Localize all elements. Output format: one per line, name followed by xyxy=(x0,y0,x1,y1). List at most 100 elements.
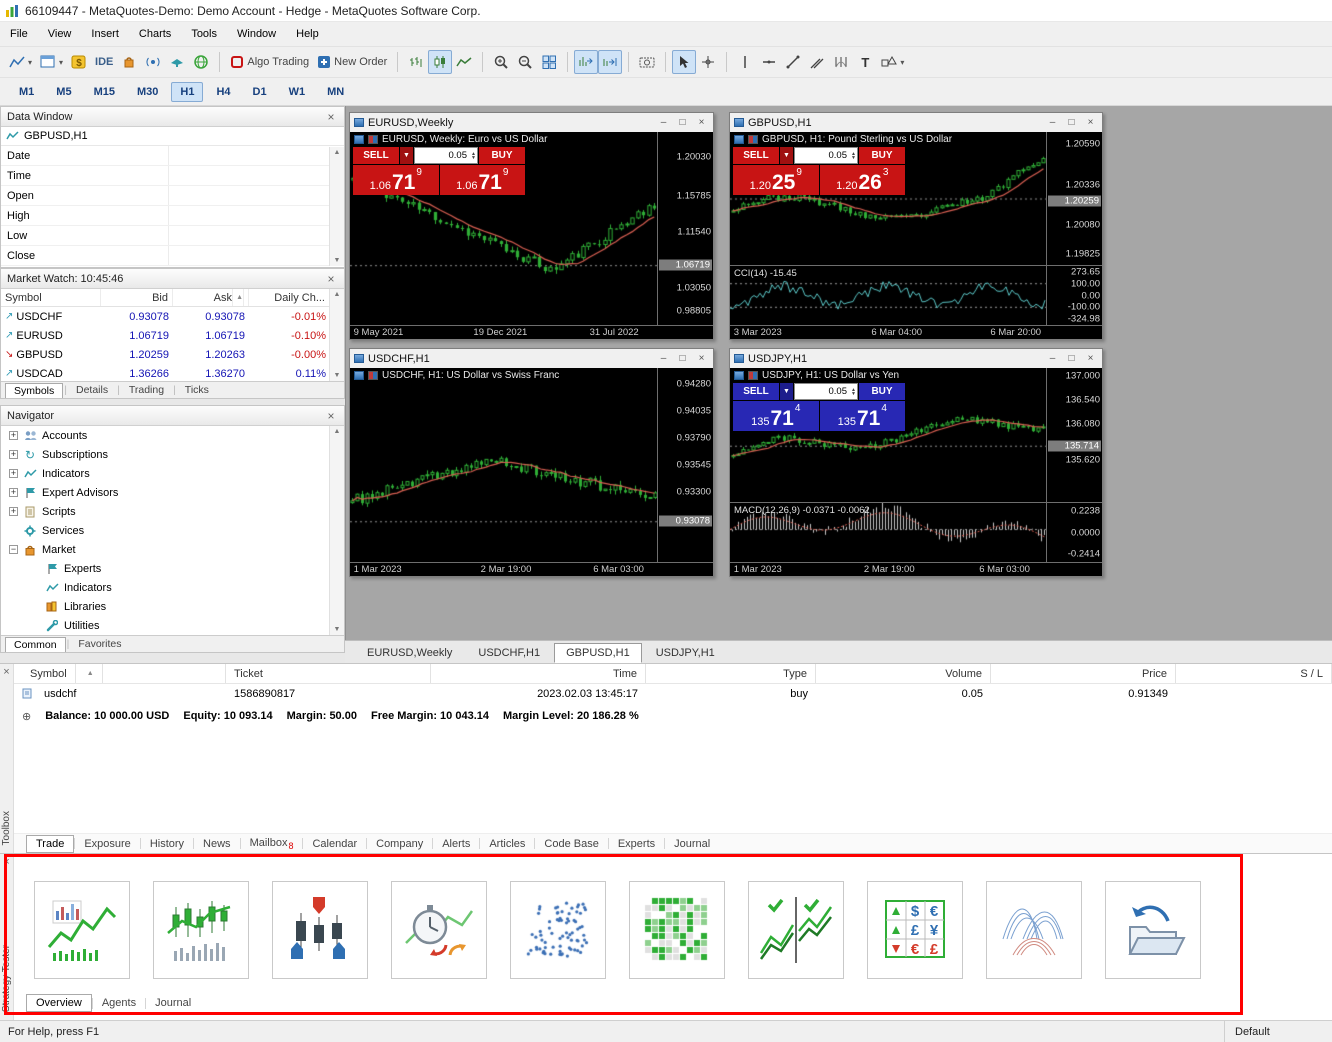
expand-icon[interactable]: + xyxy=(9,469,18,478)
tester-tile[interactable]: $€£¥€£ xyxy=(867,881,963,979)
objects-button[interactable]: ▾ xyxy=(877,50,908,74)
indicator-subwindow[interactable]: MACD(12,26,9) -0.0371 -0.0062 0.2238 0.0… xyxy=(730,502,1102,562)
tab-overview[interactable]: Overview xyxy=(26,994,92,1012)
timeframe-m15[interactable]: M15 xyxy=(85,82,124,102)
auto-scroll-button[interactable] xyxy=(574,50,598,74)
chart-window-gbpusd-h1[interactable]: GBPUSD,H1 – □ × GBPUSD, H1: Pound Sterli… xyxy=(729,112,1103,340)
scroll-up-icon[interactable]: ▲ xyxy=(334,291,341,298)
bid-price-button[interactable]: 1.06719 xyxy=(353,165,439,195)
chart-window-usdchf-h1[interactable]: USDCHF,H1 – □ × USDCHF, H1: US Dollar vs… xyxy=(349,348,714,577)
cycle-lines-button[interactable] xyxy=(829,50,853,74)
market-watch-header[interactable]: Market Watch: 10:45:46 × xyxy=(1,269,344,289)
cursor-button[interactable] xyxy=(672,50,696,74)
tab-news[interactable]: News xyxy=(194,836,240,852)
chart-tab-gbpusd[interactable]: GBPUSD,H1 xyxy=(554,643,642,663)
tester-tile[interactable] xyxy=(748,881,844,979)
sell-button[interactable]: SELL xyxy=(733,147,779,164)
candles-mode-button[interactable] xyxy=(428,50,452,74)
collapse-icon[interactable]: − xyxy=(9,545,18,554)
column-symbol[interactable]: Symbol ▲ xyxy=(14,664,226,683)
horizontal-line-button[interactable] xyxy=(757,50,781,74)
tab-company[interactable]: Company xyxy=(367,836,432,852)
tab-history[interactable]: History xyxy=(141,836,193,852)
column-ticket[interactable]: Ticket xyxy=(226,664,431,683)
scrollbar[interactable]: ▲▼ xyxy=(329,289,344,381)
chart-plot[interactable]: USDCHF, H1: US Dollar vs Swiss Franc xyxy=(350,368,657,562)
scroll-down-icon[interactable]: ▼ xyxy=(334,257,341,264)
nav-item-subscriptions[interactable]: +↻Subscriptions xyxy=(1,445,344,464)
expand-icon[interactable]: + xyxy=(9,431,18,440)
timeframe-h1[interactable]: H1 xyxy=(171,82,203,102)
close-icon[interactable]: × xyxy=(324,272,338,286)
tester-tile[interactable] xyxy=(1105,881,1201,979)
nav-item-accounts[interactable]: +Accounts xyxy=(1,426,344,445)
menu-charts[interactable]: Charts xyxy=(129,24,181,44)
close-icon[interactable]: × xyxy=(1083,353,1098,364)
tab-calendar[interactable]: Calendar xyxy=(303,836,366,852)
close-icon[interactable]: × xyxy=(324,409,338,423)
expand-icon[interactable]: + xyxy=(9,507,18,516)
text-tool-button[interactable]: T xyxy=(853,50,877,74)
close-icon[interactable]: × xyxy=(694,353,709,364)
scrollbar[interactable]: ▲▼ xyxy=(329,147,344,266)
timeframe-m1[interactable]: M1 xyxy=(10,82,43,102)
ask-price-button[interactable]: 135714 xyxy=(820,401,906,431)
tab-trade[interactable]: Trade xyxy=(26,835,74,853)
menu-file[interactable]: File xyxy=(0,24,38,44)
expand-circle-icon[interactable]: ⊕ xyxy=(22,710,31,723)
vertical-line-button[interactable] xyxy=(733,50,757,74)
market-watch-row-eurusd[interactable]: ↗EURUSD 1.06719 1.06719 -0.10% xyxy=(1,326,344,345)
bars-mode-button[interactable] xyxy=(404,50,428,74)
nav-item-scripts[interactable]: +Scripts xyxy=(1,502,344,521)
tester-tile[interactable] xyxy=(629,881,725,979)
tab-trading[interactable]: Trading xyxy=(121,383,172,397)
trendline-button[interactable] xyxy=(781,50,805,74)
column-bid[interactable]: Bid xyxy=(101,289,173,306)
tester-tile[interactable] xyxy=(34,881,130,979)
tab-experts[interactable]: Experts xyxy=(609,836,664,852)
chevron-down-icon[interactable]: ▼ xyxy=(400,147,413,164)
close-icon[interactable]: × xyxy=(324,110,338,124)
chart-plot[interactable]: GBPUSD, H1: Pound Sterling vs US Dollar … xyxy=(730,132,1046,265)
tab-tester-journal[interactable]: Journal xyxy=(146,995,200,1011)
chart-plot[interactable]: EURUSD, Weekly: Euro vs US Dollar SELL ▼… xyxy=(350,132,657,325)
signals-button[interactable] xyxy=(141,50,165,74)
status-profile[interactable]: Default xyxy=(1224,1021,1332,1042)
minimize-icon[interactable]: – xyxy=(1045,117,1060,128)
column-sl[interactable]: S / L xyxy=(1176,664,1332,683)
maximize-icon[interactable]: □ xyxy=(675,117,690,128)
maximize-icon[interactable]: □ xyxy=(1064,353,1079,364)
close-icon[interactable]: × xyxy=(3,666,9,678)
column-type[interactable]: Type xyxy=(646,664,816,683)
chart-window-titlebar[interactable]: USDCHF,H1 – □ × xyxy=(350,349,713,368)
nav-item-services[interactable]: +Services xyxy=(1,521,344,540)
sell-button[interactable]: SELL xyxy=(353,147,399,164)
tab-code-base[interactable]: Code Base xyxy=(535,836,607,852)
timeframe-mn[interactable]: MN xyxy=(318,82,353,102)
chart-plot[interactable]: USDJPY, H1: US Dollar vs Yen SELL ▼ 0.05… xyxy=(730,368,1046,502)
vps-button[interactable] xyxy=(165,50,189,74)
data-window-header[interactable]: Data Window × xyxy=(1,107,344,127)
column-symbol[interactable]: Symbol xyxy=(1,289,101,306)
menu-insert[interactable]: Insert xyxy=(81,24,129,44)
tab-mailbox[interactable]: Mailbox8 xyxy=(241,835,303,853)
new-order-button[interactable]: New Order xyxy=(313,50,391,74)
zoom-in-button[interactable] xyxy=(489,50,513,74)
chart-tab-eurusd[interactable]: EURUSD,Weekly xyxy=(355,643,464,663)
trade-position-row[interactable]: usdchf 1586890817 2023.02.03 13:45:17 bu… xyxy=(14,684,1332,703)
tester-tile[interactable] xyxy=(391,881,487,979)
menu-help[interactable]: Help xyxy=(286,24,329,44)
tab-exposure[interactable]: Exposure xyxy=(75,836,139,852)
menu-tools[interactable]: Tools xyxy=(181,24,227,44)
tab-alerts[interactable]: Alerts xyxy=(433,836,479,852)
timeframe-w1[interactable]: W1 xyxy=(280,82,315,102)
tab-details[interactable]: Details xyxy=(68,383,116,397)
nav-item-indicators[interactable]: +Indicators xyxy=(1,464,344,483)
bid-price-button[interactable]: 135714 xyxy=(733,401,819,431)
close-icon[interactable]: × xyxy=(1083,117,1098,128)
buy-button[interactable]: BUY xyxy=(479,147,525,164)
navigator-header[interactable]: Navigator × xyxy=(1,406,344,426)
timeframe-h4[interactable]: H4 xyxy=(207,82,239,102)
column-time[interactable]: Time xyxy=(431,664,646,683)
tester-tile[interactable] xyxy=(153,881,249,979)
